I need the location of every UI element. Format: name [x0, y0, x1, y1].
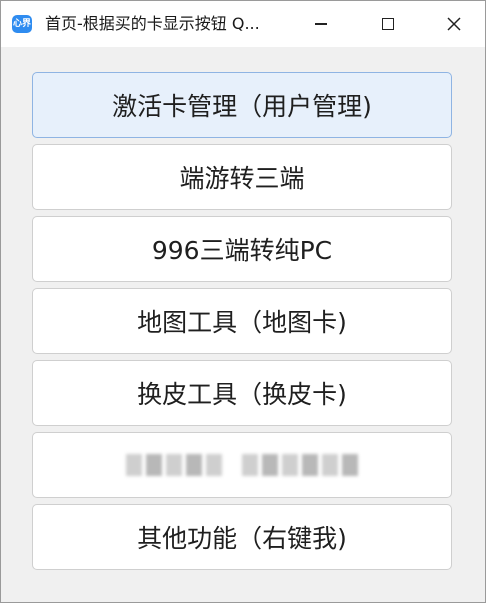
- redacted-label: [126, 454, 358, 476]
- app-logo-text: 心界: [12, 18, 31, 29]
- close-button[interactable]: [431, 1, 477, 47]
- close-icon: [447, 17, 461, 31]
- minimize-button[interactable]: [298, 1, 344, 47]
- skin-tool-button[interactable]: 换皮工具（换皮卡): [32, 360, 452, 426]
- activation-card-management-button[interactable]: 激活卡管理（用户管理): [32, 72, 452, 138]
- main-content: 激活卡管理（用户管理) 端游转三端 996三端转纯PC 地图工具（地图卡) 换皮…: [1, 47, 485, 602]
- map-tool-button[interactable]: 地图工具（地图卡): [32, 288, 452, 354]
- client-to-three-platform-button[interactable]: 端游转三端: [32, 144, 452, 210]
- maximize-icon: [382, 18, 394, 30]
- maximize-button[interactable]: [365, 1, 411, 47]
- minimize-icon: [315, 23, 327, 25]
- window-title: 首页-根据买的卡显示按钮 Q...: [45, 14, 260, 33]
- redacted-button[interactable]: [32, 432, 452, 498]
- 996-to-pure-pc-button[interactable]: 996三端转纯PC: [32, 216, 452, 282]
- app-logo-icon: 心界: [12, 15, 32, 33]
- other-functions-button[interactable]: 其他功能（右键我): [32, 504, 452, 570]
- app-window: 心界 首页-根据买的卡显示按钮 Q... 激活卡管理（用户管理) 端游转三端 9…: [0, 0, 486, 603]
- title-bar[interactable]: 心界 首页-根据买的卡显示按钮 Q...: [1, 1, 485, 47]
